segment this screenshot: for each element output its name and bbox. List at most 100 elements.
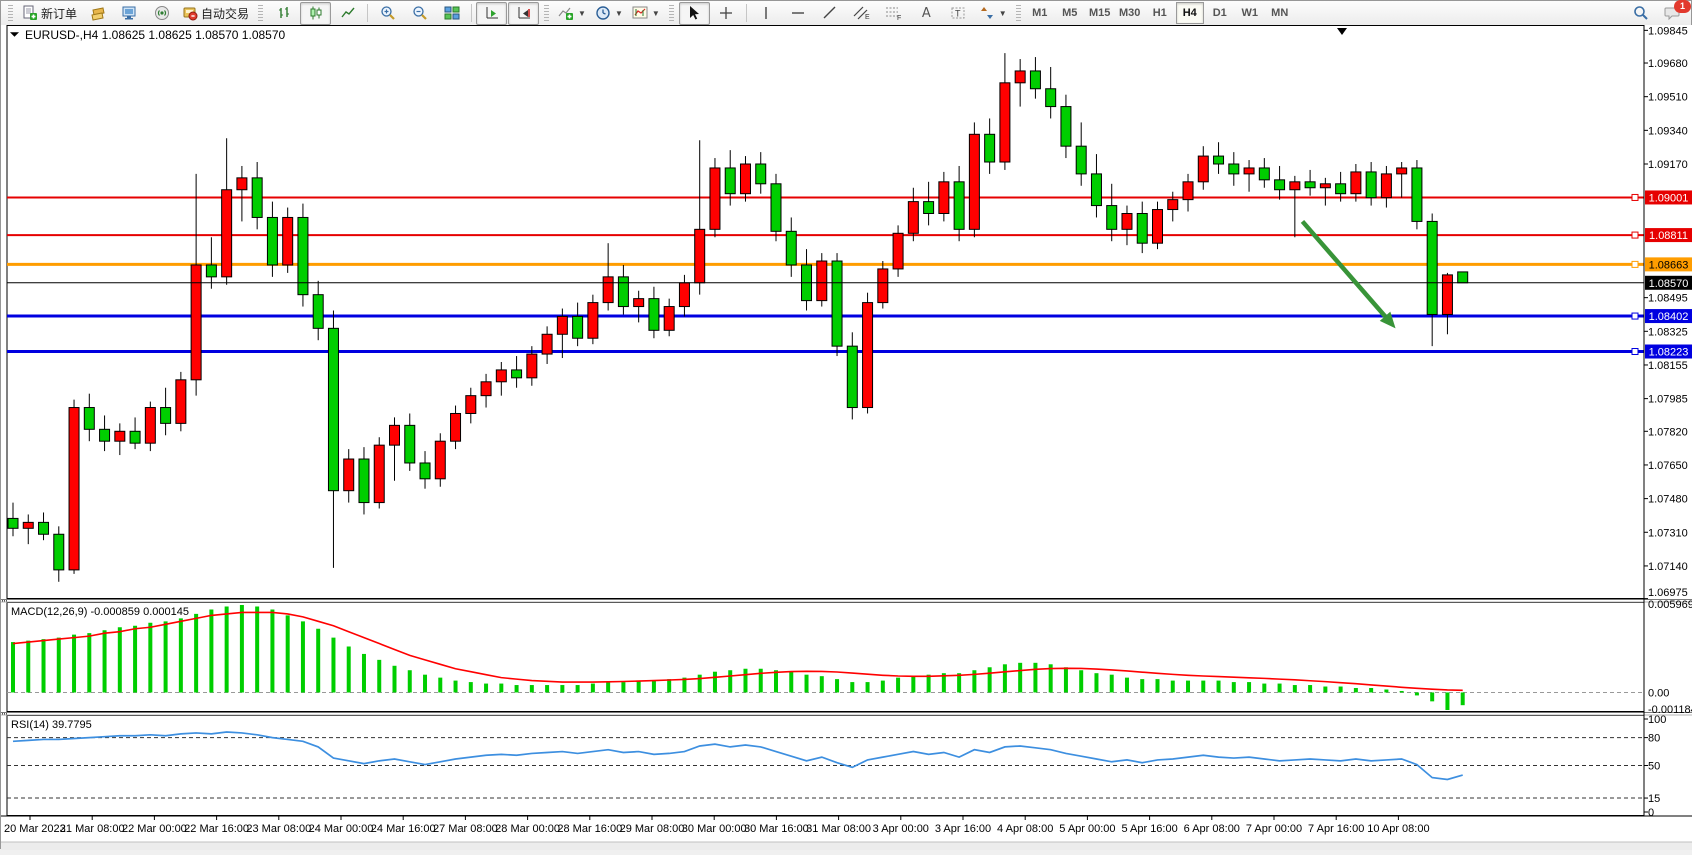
mt4-window: { "toolbar": { "new_order": "新订单", "auto… [0,0,1692,849]
time-axis-label: 22 Mar 00:00 [122,823,187,835]
autotrading-icon [182,5,198,21]
splitter-handle[interactable] [2,713,3,715]
svg-text:F: F [897,15,901,21]
splitter-handle[interactable] [4,600,5,602]
level-line-anchor[interactable] [1632,261,1638,267]
horizontal-line-button[interactable] [783,2,814,25]
level-line-anchor[interactable] [1632,232,1638,238]
price-badge-1.09001-label: 1.09001 [1649,192,1689,204]
timeframe-button-mn[interactable]: MN [1266,2,1294,24]
vertical-line-button[interactable] [751,2,782,25]
time-axis-label: 5 Apr 00:00 [1059,823,1115,835]
tile-windows-button[interactable] [436,2,467,25]
equidistant-channel-icon: E [853,5,871,21]
price-axis-tick-label: 1.07985 [1648,394,1688,406]
macd-pane[interactable] [7,603,1644,712]
market-watch-button[interactable] [82,2,113,25]
level-line-anchor[interactable] [1632,194,1638,200]
timeframe-button-h1[interactable]: H1 [1146,2,1174,24]
terminal-button[interactable] [114,2,145,25]
level-line-anchor[interactable] [1632,349,1638,355]
toolbar-grip[interactable] [8,5,13,22]
toolbar-grip[interactable] [1016,5,1021,22]
splitter-handle[interactable] [2,600,3,602]
time-axis-label: 30 Mar 00:00 [682,823,747,835]
time-axis-label: 22 Mar 16:00 [184,823,249,835]
splitter-handle[interactable] [6,600,7,602]
time-axis-label: 5 Apr 16:00 [1121,823,1177,835]
price-badge-1.08223-label: 1.08223 [1649,347,1689,359]
main-toolbar: 新订单 自动交易 [1,1,1691,26]
chart-window[interactable]: EURUSD-,H4 1.08625 1.08625 1.08570 1.085… [1,25,1692,850]
price-axis-tick-label: 1.08495 [1648,293,1688,305]
price-axis-tick-label: 1.07480 [1648,494,1688,506]
splitter-handle[interactable] [6,713,7,715]
timeframe-button-w1[interactable]: W1 [1236,2,1264,24]
text-button[interactable]: A [911,2,942,25]
timeframe-button-m30[interactable]: M30 [1116,2,1144,24]
search-button[interactable] [1625,2,1656,25]
new-order-icon [22,5,38,21]
notifications-button[interactable]: 1 [1657,2,1688,25]
macd-label: MACD(12,26,9) -0.000859 0.000145 [11,606,189,618]
time-axis-label: 6 Apr 08:00 [1184,823,1240,835]
strategy-tester-button[interactable] [146,2,177,25]
time-axis-label: 10 Apr 08:00 [1367,823,1429,835]
time-axis-label: 30 Mar 16:00 [744,823,809,835]
zoom-in-button[interactable] [372,2,403,25]
time-axis-label: 24 Mar 00:00 [309,823,374,835]
dropdown-caret-icon: ▼ [652,9,660,18]
toolbar-grip[interactable] [544,5,549,22]
zoom-out-button[interactable] [404,2,435,25]
level-line-anchor[interactable] [1632,313,1638,319]
rsi-axis-tick-label: 0 [1648,807,1654,819]
price-axis-tick-label: 1.07140 [1648,561,1688,573]
candlestick-mode-button[interactable] [300,2,331,25]
new-order-button[interactable]: 新订单 [18,2,81,25]
autotrading-label: 自动交易 [201,5,249,22]
dropdown-caret-icon: ▼ [615,9,623,18]
timeframe-button-m1[interactable]: M1 [1026,2,1054,24]
autotrading-button[interactable]: 自动交易 [178,2,253,25]
splitter-handle[interactable] [4,713,5,715]
price-pane[interactable] [7,26,1644,599]
price-badge-1.08402-label: 1.08402 [1649,311,1689,323]
line-chart-mode-button[interactable] [332,2,363,25]
timeframe-button-d1[interactable]: D1 [1206,2,1234,24]
toolbar-grip[interactable] [258,5,263,22]
rsi-label: RSI(14) 39.7795 [11,719,92,731]
indicators-button[interactable]: ▼ [554,2,590,25]
toolbar-grip[interactable] [669,5,674,22]
bar-chart-mode-button[interactable] [268,2,299,25]
gold-ingot-icon [90,5,106,21]
time-axis-label: 23 Mar 08:00 [246,823,311,835]
cursor-button[interactable] [679,2,710,25]
toolbar-separator [471,4,472,22]
chart-canvas[interactable]: EURUSD-,H4 1.08625 1.08625 1.08570 1.085… [1,25,1692,850]
timeframe-button-m5[interactable]: M5 [1056,2,1084,24]
new-order-label: 新订单 [41,5,77,22]
time-axis-label: 28 Mar 16:00 [557,823,622,835]
macd-axis-tick-label: 0.00 [1648,687,1669,699]
crosshair-button[interactable] [711,2,742,25]
auto-scroll-button[interactable] [476,2,507,25]
price-badge-1.08663-label: 1.08663 [1649,259,1689,271]
candlestick-icon [308,5,324,21]
clock-icon [595,5,611,21]
search-icon [1633,5,1649,21]
rsi-axis-tick-label: 15 [1648,793,1660,805]
text-label-button[interactable]: T [943,2,974,25]
trendline-button[interactable] [815,2,846,25]
periods-button[interactable]: ▼ [591,2,627,25]
auto-scroll-icon [484,5,500,21]
timeframe-button-h4[interactable]: H4 [1176,2,1204,24]
timeframe-button-m15[interactable]: M15 [1086,2,1114,24]
chart-shift-button[interactable] [508,2,539,25]
dropdown-caret-icon: ▼ [578,9,586,18]
price-axis-tick-label: 1.07650 [1648,460,1688,472]
vertical-line-icon [759,5,773,21]
arrows-objects-button[interactable]: ▼ [975,2,1011,25]
templates-button[interactable]: ▼ [628,2,664,25]
fibonacci-button[interactable]: F [879,2,910,25]
equidistant-channel-button[interactable]: E [847,2,878,25]
